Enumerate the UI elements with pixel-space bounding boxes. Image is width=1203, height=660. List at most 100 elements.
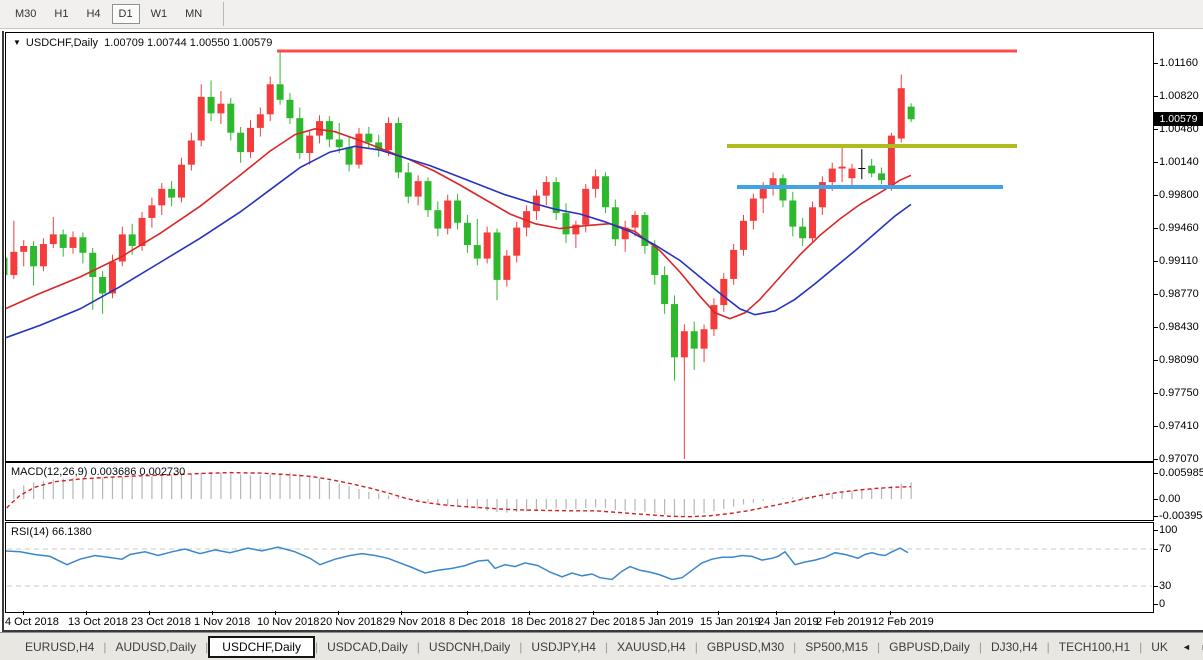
macd-values: 0.003686 0.002730 — [90, 466, 186, 478]
price-axis-label: 0.97070 — [1159, 453, 1199, 465]
indicator-axis-tick — [1154, 499, 1158, 500]
date-axis-tick — [657, 611, 658, 615]
price-axis-label: 0.99800 — [1159, 189, 1199, 201]
indicator-axis-tick — [1154, 473, 1158, 474]
date-axis-label: 10 Nov 2018 — [257, 616, 320, 628]
price-axis-label: 1.00820 — [1159, 90, 1199, 102]
date-axis-tick — [529, 611, 530, 615]
date-axis-label: 8 Dec 2018 — [449, 616, 506, 628]
rsi-value: 66.1380 — [51, 526, 92, 538]
indicator-axis-label: -0.003954 — [1159, 510, 1203, 522]
tab-uk[interactable]: UK — [1142, 636, 1177, 658]
rsi-panel[interactable] — [5, 522, 1154, 613]
tab-usdchf-daily[interactable]: USDCHF,Daily — [208, 635, 315, 658]
price-axis-label: 0.99460 — [1159, 222, 1199, 234]
price-axis-label: 0.99110 — [1159, 255, 1198, 267]
price-axis-tick — [1154, 129, 1158, 130]
date-axis-label: 1 Nov 2018 — [194, 616, 251, 628]
price-axis-tick — [1154, 294, 1158, 295]
date-axis-tick — [834, 611, 835, 615]
tab-scroll-right-icon[interactable]: ► — [1196, 640, 1203, 654]
timeframe-button-d1[interactable]: D1 — [111, 4, 140, 24]
window-left-frame — [2, 31, 4, 631]
price-axis-tick — [1154, 63, 1158, 64]
date-axis-tick — [718, 611, 719, 615]
timeframe-button-w1[interactable]: W1 — [144, 4, 175, 24]
indicator-axis-tick — [1154, 516, 1158, 517]
date-axis-tick — [776, 611, 777, 615]
candlestick-chart[interactable] — [6, 33, 1153, 461]
tab-eurusd-h4[interactable]: EURUSD,H4 — [16, 636, 103, 658]
chart-symbol-title: USDCHF,Daily — [25, 37, 99, 49]
price-axis-label: 1.01160 — [1159, 57, 1198, 69]
date-axis-tick — [275, 611, 276, 615]
price-axis-tick — [1154, 426, 1158, 427]
timeframe-toolbar: M30 H1 H4 D1 W1 MN — [0, 0, 1203, 29]
tab-gbpusd-m30[interactable]: GBPUSD,M30 — [698, 636, 793, 658]
date-axis-label: 4 Oct 2018 — [5, 616, 59, 628]
current-price-badge: 1.00579 — [1154, 112, 1203, 126]
date-axis-label: 18 Dec 2018 — [511, 616, 574, 628]
tab-dj30-h4[interactable]: DJ30,H4 — [982, 636, 1047, 658]
price-axis-label: 0.98770 — [1159, 288, 1199, 300]
price-axis-tick — [1154, 162, 1158, 163]
price-axis-tick — [1154, 261, 1158, 262]
date-axis-label: 24 Jan 2019 — [758, 616, 819, 628]
indicator-axis-tick — [1154, 586, 1158, 587]
date-axis-label: 27 Dec 2018 — [575, 616, 638, 628]
chart-header: ▼ USDCHF,Daily 1.00709 1.00744 1.00550 1.… — [13, 37, 272, 49]
macd-header: MACD(12,26,9) 0.003686 0.002730 — [11, 466, 185, 478]
timeframe-button-mn[interactable]: MN — [178, 4, 209, 24]
indicator-axis-label: 0.005985 — [1159, 467, 1203, 479]
timeframe-buttons: M30 H1 H4 D1 W1 MN — [8, 4, 213, 24]
price-axis-label: 0.98430 — [1159, 321, 1199, 333]
price-axis-tick — [1154, 96, 1158, 97]
timeframe-button-h1[interactable]: H1 — [47, 4, 75, 24]
rsi-label: RSI(14) — [11, 526, 49, 538]
rsi-line — [6, 546, 909, 581]
date-axis-tick — [593, 611, 594, 615]
timeframe-button-m30[interactable]: M30 — [8, 4, 43, 24]
tab-sp500-m15[interactable]: SP500,M15 — [796, 636, 877, 658]
price-axis-label: 0.97410 — [1159, 420, 1199, 432]
tab-usdjpy-h4[interactable]: USDJPY,H4 — [522, 636, 604, 658]
tab-xauusd-h4[interactable]: XAUUSD,H4 — [608, 636, 695, 658]
tab-scroll-left-icon[interactable]: ◄ — [1177, 640, 1196, 654]
main-chart-panel[interactable] — [5, 32, 1154, 462]
rsi-indicator[interactable] — [6, 523, 1153, 612]
tab-audusd-daily[interactable]: AUDUSD,Daily — [106, 636, 205, 658]
price-axis-tick — [1154, 228, 1158, 229]
chart-ohlc-values: 1.00709 1.00744 1.00550 1.00579 — [104, 37, 273, 49]
tab-scroll-controls: ◄ ► — [1177, 640, 1203, 654]
price-axis-tick — [1154, 195, 1158, 196]
date-axis-tick — [890, 611, 891, 615]
tab-tech100-h1[interactable]: TECH100,H1 — [1050, 636, 1139, 658]
price-axis-tick — [1154, 360, 1158, 361]
indicator-axis-label: 0.00 — [1159, 493, 1181, 505]
tab-usdcad-daily[interactable]: USDCAD,Daily — [318, 636, 417, 658]
price-axis-label: 0.97750 — [1159, 387, 1199, 399]
tab-gbpusd-daily[interactable]: GBPUSD,Daily — [880, 636, 979, 658]
date-axis-label: 5 Jan 2019 — [639, 616, 694, 628]
rsi-header: RSI(14) 66.1380 — [11, 526, 92, 538]
date-axis-label: 12 Feb 2019 — [872, 616, 934, 628]
date-axis-tick — [401, 611, 402, 615]
date-axis-tick — [23, 611, 24, 615]
indicator-axis-label: 100 — [1159, 524, 1178, 536]
price-axis-tick — [1154, 393, 1158, 394]
tab-usdcnh-daily[interactable]: USDCNH,Daily — [420, 636, 519, 658]
candles — [6, 51, 915, 460]
indicator-axis-tick — [1154, 604, 1158, 605]
indicator-axis-label: 70 — [1159, 543, 1172, 555]
price-axis-label: 0.98090 — [1159, 354, 1199, 366]
price-axis-tick — [1154, 459, 1158, 460]
date-axis-label: 13 Oct 2018 — [68, 616, 128, 628]
indicator-axis-tick — [1154, 530, 1158, 531]
indicator-axis-tick — [1154, 549, 1158, 550]
timeframe-button-h4[interactable]: H4 — [79, 4, 107, 24]
chart-tab-bar: EURUSD,H4 | AUDUSD,Daily | USDCHF,Daily | USDC… — [0, 632, 1203, 660]
date-axis-tick — [149, 611, 150, 615]
date-axis-label: 2 Feb 2019 — [816, 616, 872, 628]
chart-dropdown-arrow-icon[interactable]: ▼ — [13, 38, 21, 47]
date-axis-tick — [212, 611, 213, 615]
